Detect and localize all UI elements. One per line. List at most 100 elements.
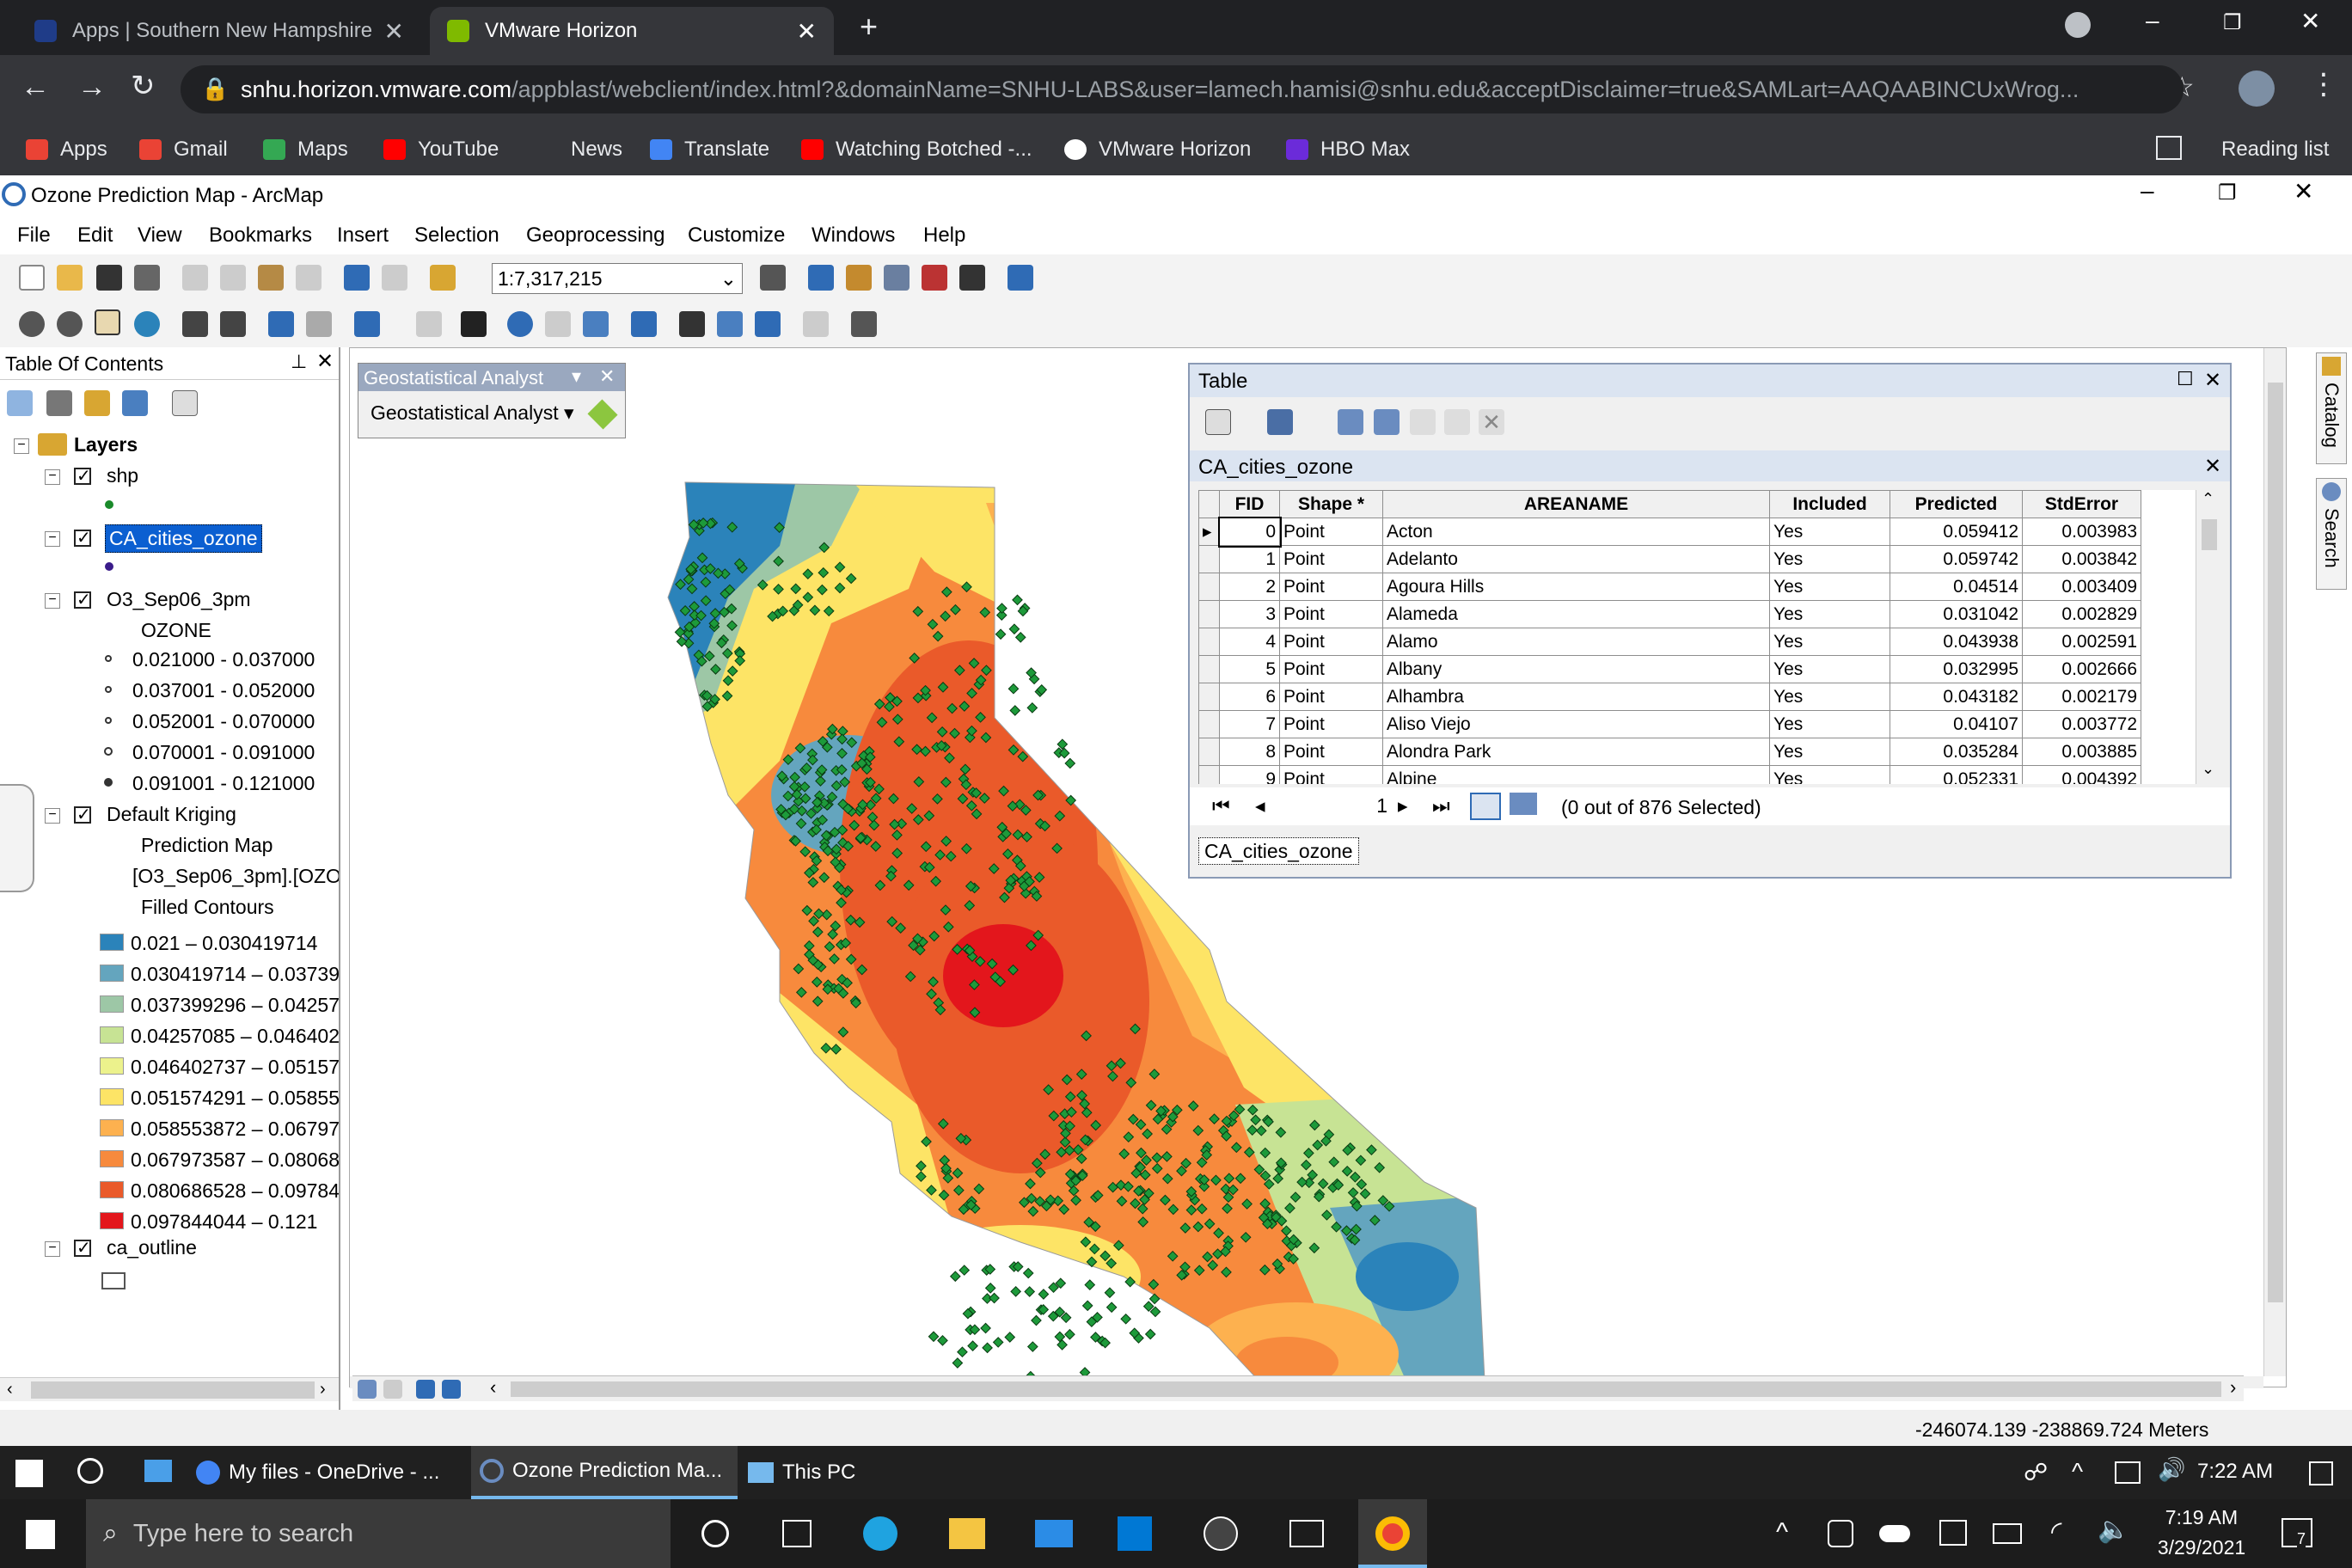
bookmark-vmware[interactable]: VMware Horizon xyxy=(1064,124,1251,175)
table-cell[interactable]: Yes xyxy=(1769,710,1890,738)
vm-side-drawer-handle[interactable] xyxy=(0,784,34,892)
first-record-icon[interactable]: ⏮ xyxy=(1212,794,1230,818)
layer-visibility-checkbox[interactable] xyxy=(74,1237,91,1259)
table-cell[interactable]: 0.003772 xyxy=(2022,710,2141,738)
table-row[interactable]: ▸ 0 Point Acton Yes 0.059412 0.003983 xyxy=(1198,516,2141,548)
table-cell[interactable]: 9 xyxy=(1219,765,1280,784)
identify-icon[interactable] xyxy=(507,311,533,337)
list-by-selection-icon[interactable] xyxy=(122,390,148,416)
table-cell[interactable]: 0.003983 xyxy=(2022,518,2141,546)
layer-ca-outline[interactable]: ca_outline xyxy=(107,1236,197,1259)
table-cell[interactable]: Point xyxy=(1279,765,1383,784)
map-scale-select[interactable]: 1:7,317,215 ⌄ xyxy=(492,263,743,294)
pause-drawing-icon[interactable] xyxy=(442,1380,461,1399)
browser-tab-vmware[interactable]: VMware Horizon ✕ xyxy=(430,7,834,55)
zoom-to-selected-icon[interactable] xyxy=(1444,409,1470,435)
collapse-icon[interactable]: − xyxy=(45,469,60,485)
table-cell[interactable]: Point xyxy=(1279,545,1383,573)
close-icon[interactable]: ✕ xyxy=(2294,177,2313,205)
scroll-thumb[interactable] xyxy=(511,1381,2221,1397)
task-view-icon[interactable] xyxy=(782,1520,812,1547)
refresh-icon[interactable] xyxy=(416,1380,435,1399)
select-features-icon[interactable] xyxy=(354,311,380,337)
volume-muted-icon[interactable]: 🔈 xyxy=(2098,1515,2129,1545)
table-cell[interactable]: Yes xyxy=(1769,628,1890,656)
table-row[interactable]: 5 Point Albany Yes 0.032995 0.002666 xyxy=(1198,655,2141,683)
toolbar-options-icon[interactable]: ▾ xyxy=(572,365,581,388)
clear-selection-icon[interactable] xyxy=(416,311,442,337)
table-cell[interactable]: Aliso Viejo xyxy=(1382,710,1770,738)
table-row[interactable]: 1 Point Adelanto Yes 0.059742 0.003842 xyxy=(1198,545,2141,573)
browser-tab-apps[interactable]: Apps | Southern New Hampshire ✕ xyxy=(17,7,421,55)
table-cell[interactable]: Yes xyxy=(1769,573,1890,601)
table-cell[interactable]: Yes xyxy=(1769,600,1890,628)
restore-icon[interactable]: ❐ xyxy=(2218,181,2237,205)
menu-customize[interactable]: Customize xyxy=(688,224,785,248)
zoom-in-icon[interactable] xyxy=(19,311,45,337)
clear-selection-icon[interactable] xyxy=(1410,409,1436,435)
table-cell[interactable]: Yes xyxy=(1769,683,1890,711)
previous-record-icon[interactable]: ◂ xyxy=(1255,794,1265,818)
table-cell[interactable]: Point xyxy=(1279,628,1383,656)
menu-view[interactable]: View xyxy=(138,224,182,248)
search-window-icon[interactable] xyxy=(884,265,910,291)
table-cell[interactable]: 1 xyxy=(1219,545,1280,573)
table-cell[interactable]: 0.003885 xyxy=(2022,738,2141,766)
table-cell[interactable]: 0.059412 xyxy=(1890,518,2023,546)
table-cell[interactable]: Albany xyxy=(1382,655,1770,683)
select-by-attributes-icon[interactable] xyxy=(1338,409,1363,435)
go-to-xy-icon[interactable] xyxy=(755,311,781,337)
column-header[interactable]: Shape * xyxy=(1279,490,1383,518)
table-cell[interactable]: Alameda xyxy=(1382,600,1770,628)
table-cell[interactable]: 0 xyxy=(1217,516,1282,548)
last-record-icon[interactable]: ⏭ xyxy=(1432,794,1450,818)
battery-icon[interactable] xyxy=(1993,1523,2022,1544)
taskbar-chrome[interactable] xyxy=(1358,1499,1427,1568)
table-cell[interactable]: 0.004392 xyxy=(2022,765,2141,784)
table-footer-tab[interactable]: CA_cities_ozone xyxy=(1198,837,1359,865)
menu-help[interactable]: Help xyxy=(923,224,965,248)
table-cell[interactable]: Yes xyxy=(1769,518,1890,546)
table-cell[interactable]: 0.003409 xyxy=(2022,573,2141,601)
table-cell[interactable]: 0.043182 xyxy=(1890,683,2023,711)
action-center-icon[interactable]: 7 xyxy=(2282,1518,2312,1548)
menu-bookmarks[interactable]: Bookmarks xyxy=(209,224,312,248)
scroll-right-icon[interactable]: › xyxy=(2230,1376,2236,1399)
table-cell[interactable]: 0.031042 xyxy=(1890,600,2023,628)
table-cell[interactable]: 2 xyxy=(1219,573,1280,601)
reload-icon[interactable]: ↻ xyxy=(131,69,156,103)
layer-visibility-checkbox[interactable] xyxy=(74,804,91,825)
catalog-icon[interactable] xyxy=(846,265,872,291)
volume-icon[interactable]: 🔊 xyxy=(2158,1456,2185,1483)
mail-icon[interactable] xyxy=(144,1460,172,1482)
table-cell[interactable]: 5 xyxy=(1219,655,1280,683)
windows-start-icon[interactable] xyxy=(15,1460,43,1487)
close-icon[interactable]: ✕ xyxy=(2204,368,2221,393)
new-tab-button[interactable]: + xyxy=(860,9,878,45)
menu-edit[interactable]: Edit xyxy=(77,224,113,248)
table-cell[interactable]: Point xyxy=(1279,738,1383,766)
onedrive-cloud-icon[interactable] xyxy=(1879,1525,1910,1542)
table-cell[interactable]: 8 xyxy=(1219,738,1280,766)
table-cell[interactable]: Alamo xyxy=(1382,628,1770,656)
menu-windows[interactable]: Windows xyxy=(812,224,895,248)
menu-insert[interactable]: Insert xyxy=(337,224,389,248)
add-data-icon[interactable] xyxy=(430,265,456,291)
menu-geoprocessing[interactable]: Geoprocessing xyxy=(526,224,665,248)
row-selector[interactable] xyxy=(1198,545,1220,573)
table-cell[interactable]: Point xyxy=(1279,573,1383,601)
geostatistical-analyst-menu-button[interactable]: Geostatistical Analyst ▾ xyxy=(371,401,574,425)
forward-extent-icon[interactable] xyxy=(306,311,332,337)
table-row[interactable]: 6 Point Alhambra Yes 0.043182 0.002179 xyxy=(1198,683,2141,711)
bookmark-youtube[interactable]: YouTube xyxy=(383,124,499,175)
layer-o3[interactable]: O3_Sep06_3pm xyxy=(107,588,251,611)
table-cell[interactable]: 0.059742 xyxy=(1890,545,2023,573)
table-cell[interactable]: 0.035284 xyxy=(1890,738,2023,766)
app-icon[interactable] xyxy=(1204,1516,1238,1551)
collapse-icon[interactable]: − xyxy=(45,593,60,609)
table-cell[interactable]: 3 xyxy=(1219,600,1280,628)
table-cell[interactable]: 4 xyxy=(1219,628,1280,656)
wifi-icon[interactable]: ◜ xyxy=(2051,1515,2061,1547)
table-cell[interactable]: Alhambra xyxy=(1382,683,1770,711)
scroll-up-icon[interactable]: ⌃ xyxy=(2202,490,2214,508)
